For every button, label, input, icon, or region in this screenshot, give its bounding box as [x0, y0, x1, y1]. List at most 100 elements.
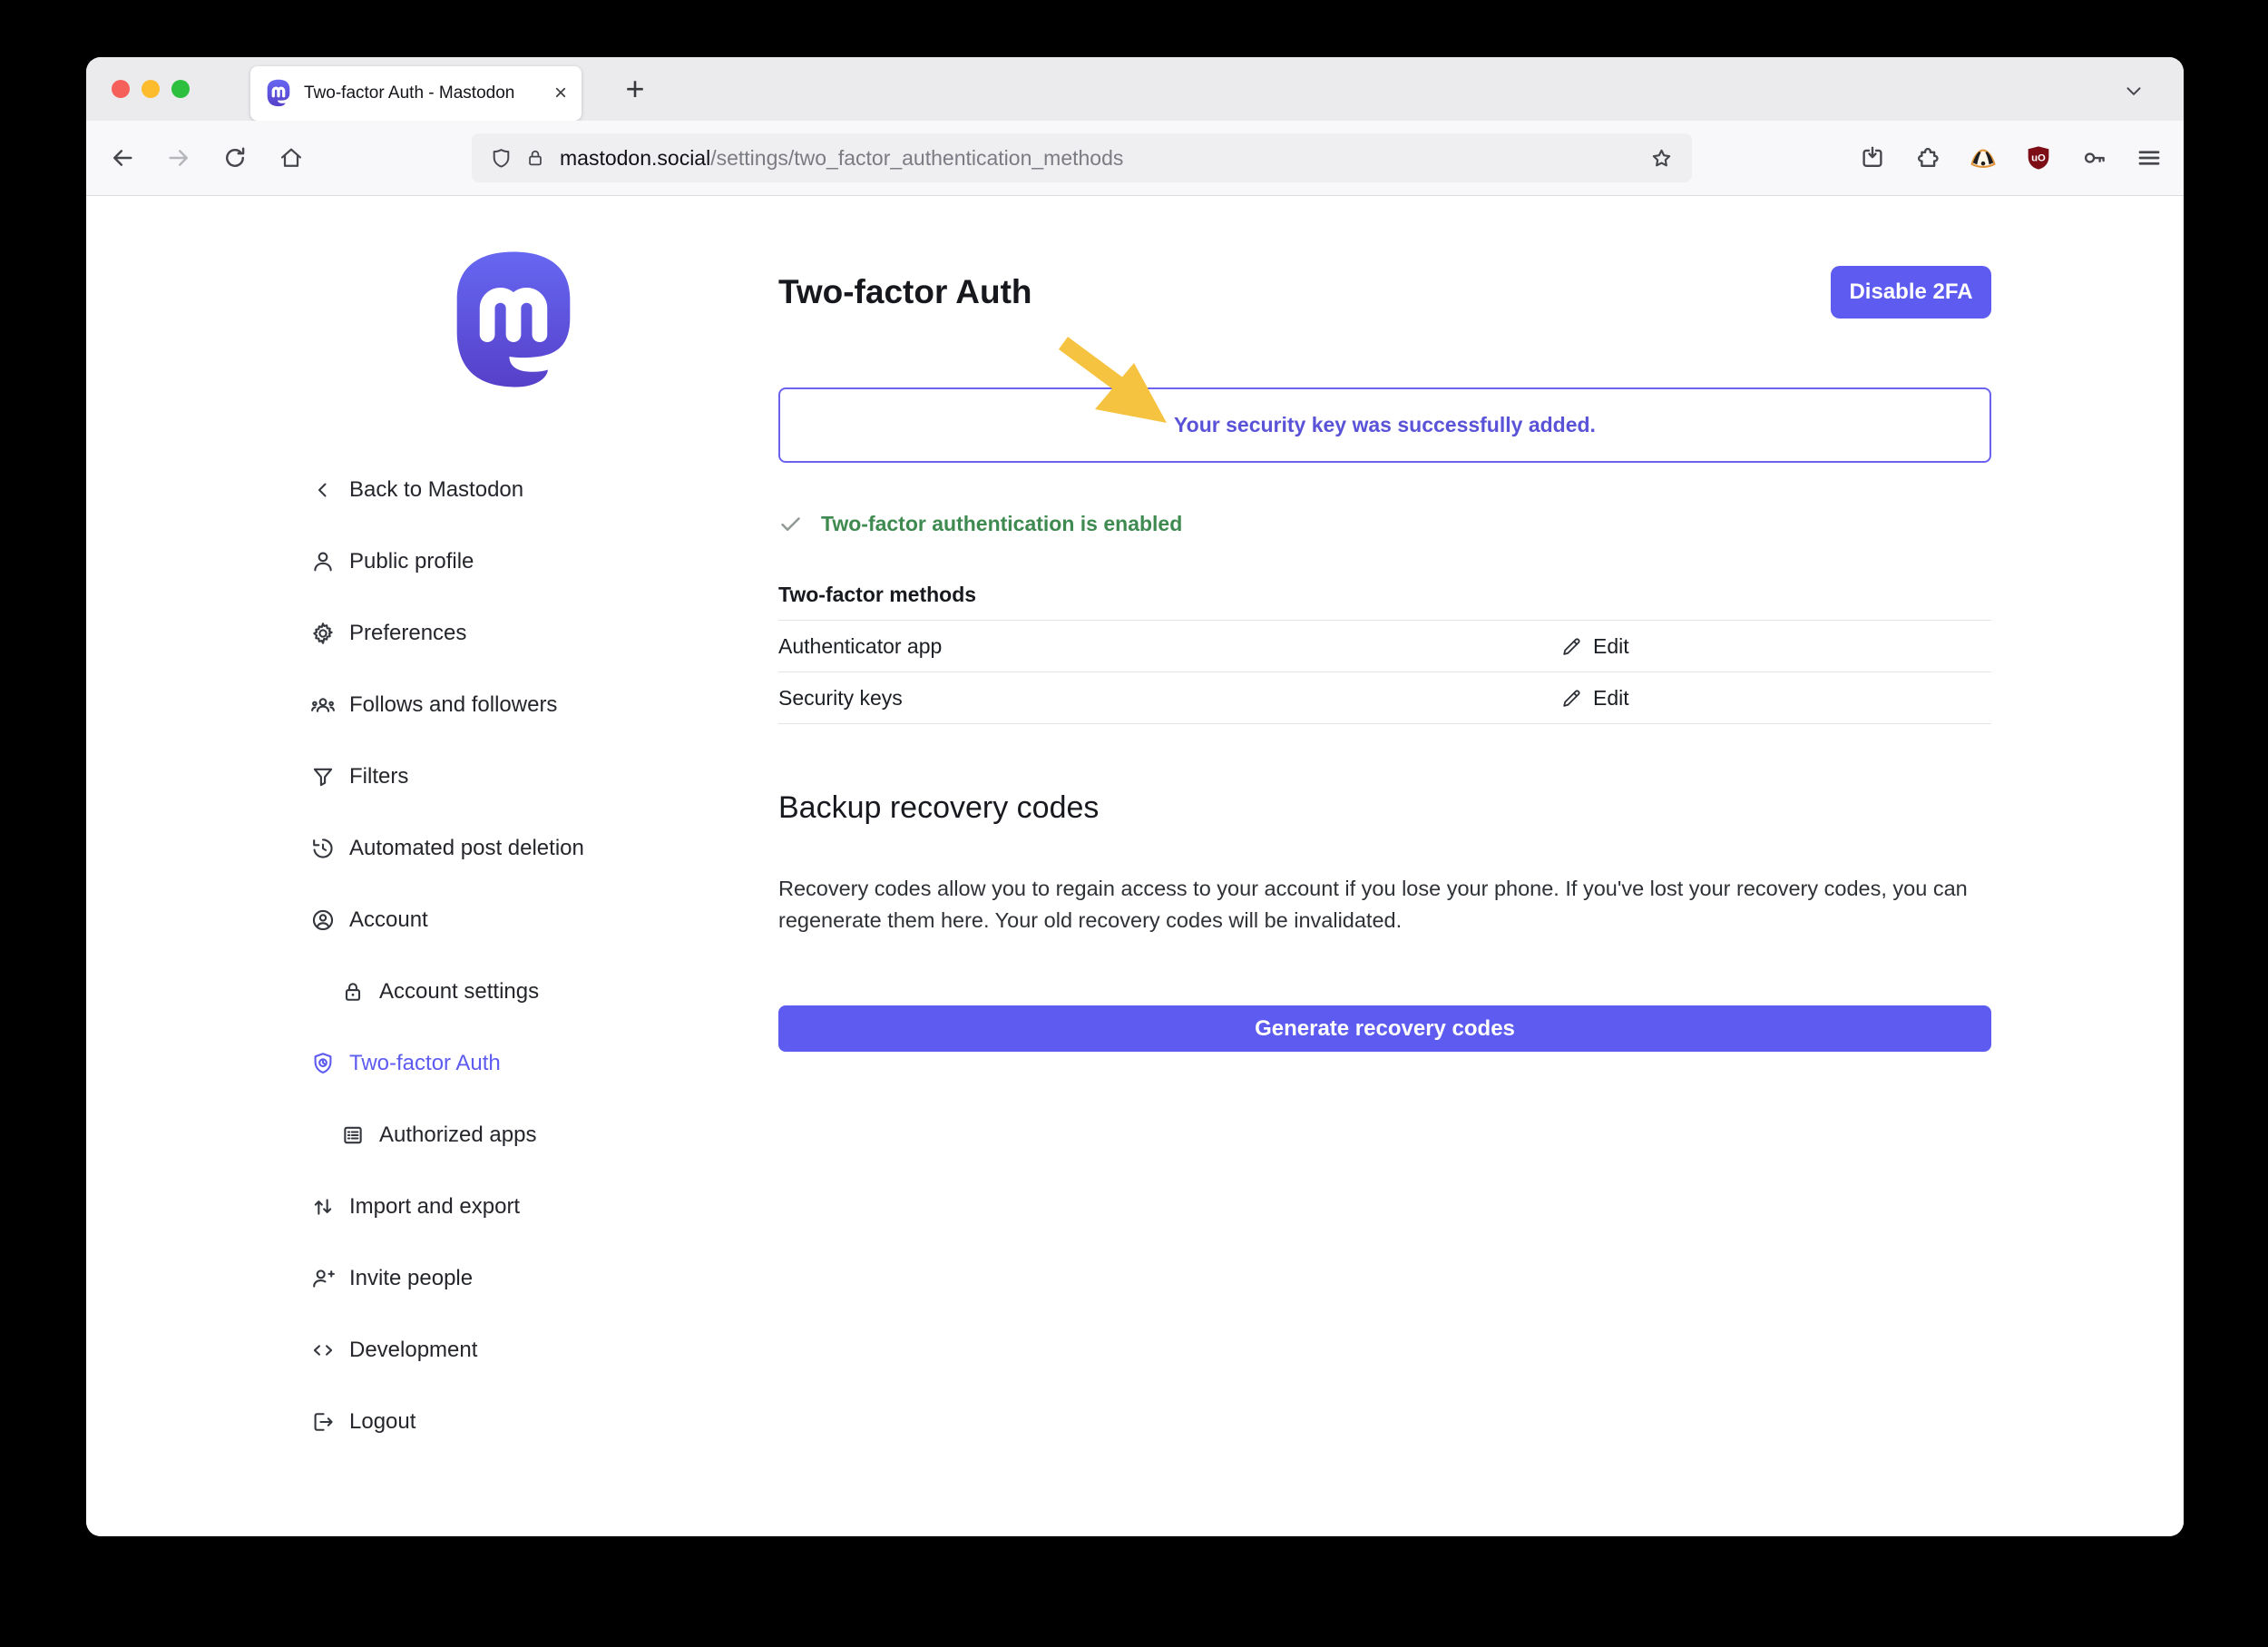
sidebar-item-label: Automated post deletion	[349, 836, 584, 861]
mastodon-logo[interactable]	[445, 249, 582, 396]
two-factor-auth-panel: Two-factor Auth Disable 2FA Your securit…	[778, 196, 1991, 1052]
funnel-icon	[309, 763, 337, 790]
two-factor-status-text: Two-factor authentication is enabled	[821, 512, 1182, 536]
sidebar-item-two-factor-auth[interactable]: Two-factor Auth	[309, 1027, 763, 1099]
generate-recovery-codes-button[interactable]: Generate recovery codes	[778, 1005, 1991, 1052]
url-text: mastodon.social/settings/two_factor_auth…	[560, 146, 1123, 171]
sidebar-item-label: Invite people	[349, 1266, 473, 1291]
sidebar-item-automated-post-deletion[interactable]: Automated post deletion	[309, 812, 763, 884]
sidebar-item-label: Follows and followers	[349, 692, 557, 718]
tab-strip: Two-factor Auth - Mastodon × +	[86, 57, 2184, 121]
save-page-icon[interactable]	[1853, 138, 1892, 178]
browser-window: Two-factor Auth - Mastodon × +	[86, 57, 2184, 1536]
window-controls	[112, 57, 190, 121]
import-export-icon	[309, 1193, 337, 1221]
sidebar-item-logout[interactable]: Logout	[309, 1386, 763, 1457]
back-icon[interactable]	[103, 138, 142, 178]
sidebar-item-back-to-mastodon[interactable]: Back to Mastodon	[309, 454, 763, 525]
browser-toolbar: mastodon.social/settings/two_factor_auth…	[86, 121, 2184, 196]
sidebar-item-label: Preferences	[349, 621, 466, 646]
two-factor-status: Two-factor authentication is enabled	[778, 511, 1991, 537]
home-icon[interactable]	[271, 138, 311, 178]
screenshot-canvas: Two-factor Auth - Mastodon × +	[0, 0, 2268, 1647]
sidebar-item-development[interactable]: Development	[309, 1314, 763, 1386]
edit-label: Edit	[1593, 634, 1629, 659]
page-content: Back to Mastodon Public profile Preferen…	[86, 196, 2184, 1536]
mastodon-favicon-icon	[265, 79, 292, 108]
sidebar-item-account-settings[interactable]: Account settings	[309, 956, 763, 1027]
two-factor-methods-table: Two-factor methods Authenticator app Edi…	[778, 582, 1991, 724]
sidebar-item-label: Filters	[349, 764, 408, 789]
logout-icon	[309, 1408, 337, 1436]
reload-icon[interactable]	[215, 138, 255, 178]
extensions-puzzle-icon[interactable]	[1908, 138, 1948, 178]
sidebar-item-label: Logout	[349, 1409, 415, 1435]
check-icon	[778, 512, 803, 536]
svg-text:uO: uO	[2031, 153, 2046, 164]
code-icon	[309, 1337, 337, 1364]
flash-notice: Your security key was successfully added…	[778, 387, 1991, 463]
https-lock-icon[interactable]	[525, 147, 545, 169]
privacy-badger-icon[interactable]	[1963, 138, 2003, 178]
key-icon[interactable]	[2074, 138, 2114, 178]
people-icon	[309, 691, 337, 719]
edit-authenticator-app-link[interactable]: Edit	[1560, 634, 1629, 659]
url-bar[interactable]: mastodon.social/settings/two_factor_auth…	[472, 133, 1692, 182]
minimize-window-button[interactable]	[142, 80, 160, 98]
sidebar-item-label: Two-factor Auth	[349, 1051, 501, 1076]
browser-tab[interactable]: Two-factor Auth - Mastodon ×	[250, 66, 582, 121]
forward-icon[interactable]	[159, 138, 199, 178]
pencil-icon	[1560, 687, 1583, 710]
sidebar-item-label: Account settings	[379, 979, 539, 1005]
close-window-button[interactable]	[112, 80, 130, 98]
history-icon	[309, 835, 337, 862]
sidebar-item-authorized-apps[interactable]: Authorized apps	[309, 1099, 763, 1171]
gear-icon	[309, 620, 337, 647]
new-tab-button[interactable]: +	[611, 64, 660, 113]
tabs-chevron-icon[interactable]	[2122, 79, 2146, 103]
sidebar-item-import-and-export[interactable]: Import and export	[309, 1171, 763, 1242]
sidebar-item-label: Back to Mastodon	[349, 477, 523, 503]
bookmark-star-icon[interactable]	[1649, 146, 1674, 171]
sidebar-item-preferences[interactable]: Preferences	[309, 597, 763, 669]
account-circle-icon	[309, 907, 337, 934]
backup-recovery-codes-description: Recovery codes allow you to regain acces…	[778, 873, 1991, 936]
pencil-icon	[1560, 635, 1583, 658]
sidebar-item-label: Development	[349, 1338, 477, 1363]
flash-notice-text: Your security key was successfully added…	[1174, 413, 1596, 437]
sidebar-item-filters[interactable]: Filters	[309, 740, 763, 812]
tracking-shield-icon[interactable]	[490, 147, 513, 170]
sidebar-item-label: Authorized apps	[379, 1123, 536, 1148]
methods-table-header: Two-factor methods	[778, 582, 1991, 620]
tab-close-icon[interactable]: ×	[554, 83, 567, 104]
backup-recovery-codes-heading: Backup recovery codes	[778, 788, 1991, 828]
person-add-icon	[309, 1265, 337, 1292]
tab-title: Two-factor Auth - Mastodon	[304, 83, 514, 103]
page-title: Two-factor Auth	[778, 273, 1032, 311]
sidebar-item-public-profile[interactable]: Public profile	[309, 525, 763, 597]
sidebar-item-follows-and-followers[interactable]: Follows and followers	[309, 669, 763, 740]
chevron-left-icon	[309, 476, 337, 504]
person-icon	[309, 548, 337, 575]
edit-security-keys-link[interactable]: Edit	[1560, 686, 1629, 711]
table-row: Authenticator app Edit	[778, 620, 1991, 672]
method-name: Security keys	[778, 686, 1560, 711]
settings-sidebar: Back to Mastodon Public profile Preferen…	[309, 454, 763, 1457]
sidebar-item-invite-people[interactable]: Invite people	[309, 1242, 763, 1314]
list-icon	[339, 1122, 367, 1149]
zoom-window-button[interactable]	[171, 80, 190, 98]
shield-clock-icon	[309, 1050, 337, 1077]
sidebar-item-account[interactable]: Account	[309, 884, 763, 956]
method-name: Authenticator app	[778, 634, 1560, 659]
lock-icon	[339, 978, 367, 1005]
ublock-origin-icon[interactable]: uO	[2019, 138, 2058, 178]
url-path: /settings/two_factor_authentication_meth…	[710, 146, 1123, 170]
sidebar-item-label: Account	[349, 907, 428, 933]
sidebar-item-label: Import and export	[349, 1194, 520, 1220]
sidebar-item-label: Public profile	[349, 549, 474, 574]
url-domain: mastodon.social	[560, 146, 710, 170]
menu-hamburger-icon[interactable]	[2129, 138, 2169, 178]
disable-2fa-button[interactable]: Disable 2FA	[1831, 266, 1991, 319]
table-row: Security keys Edit	[778, 672, 1991, 724]
edit-label: Edit	[1593, 686, 1629, 711]
